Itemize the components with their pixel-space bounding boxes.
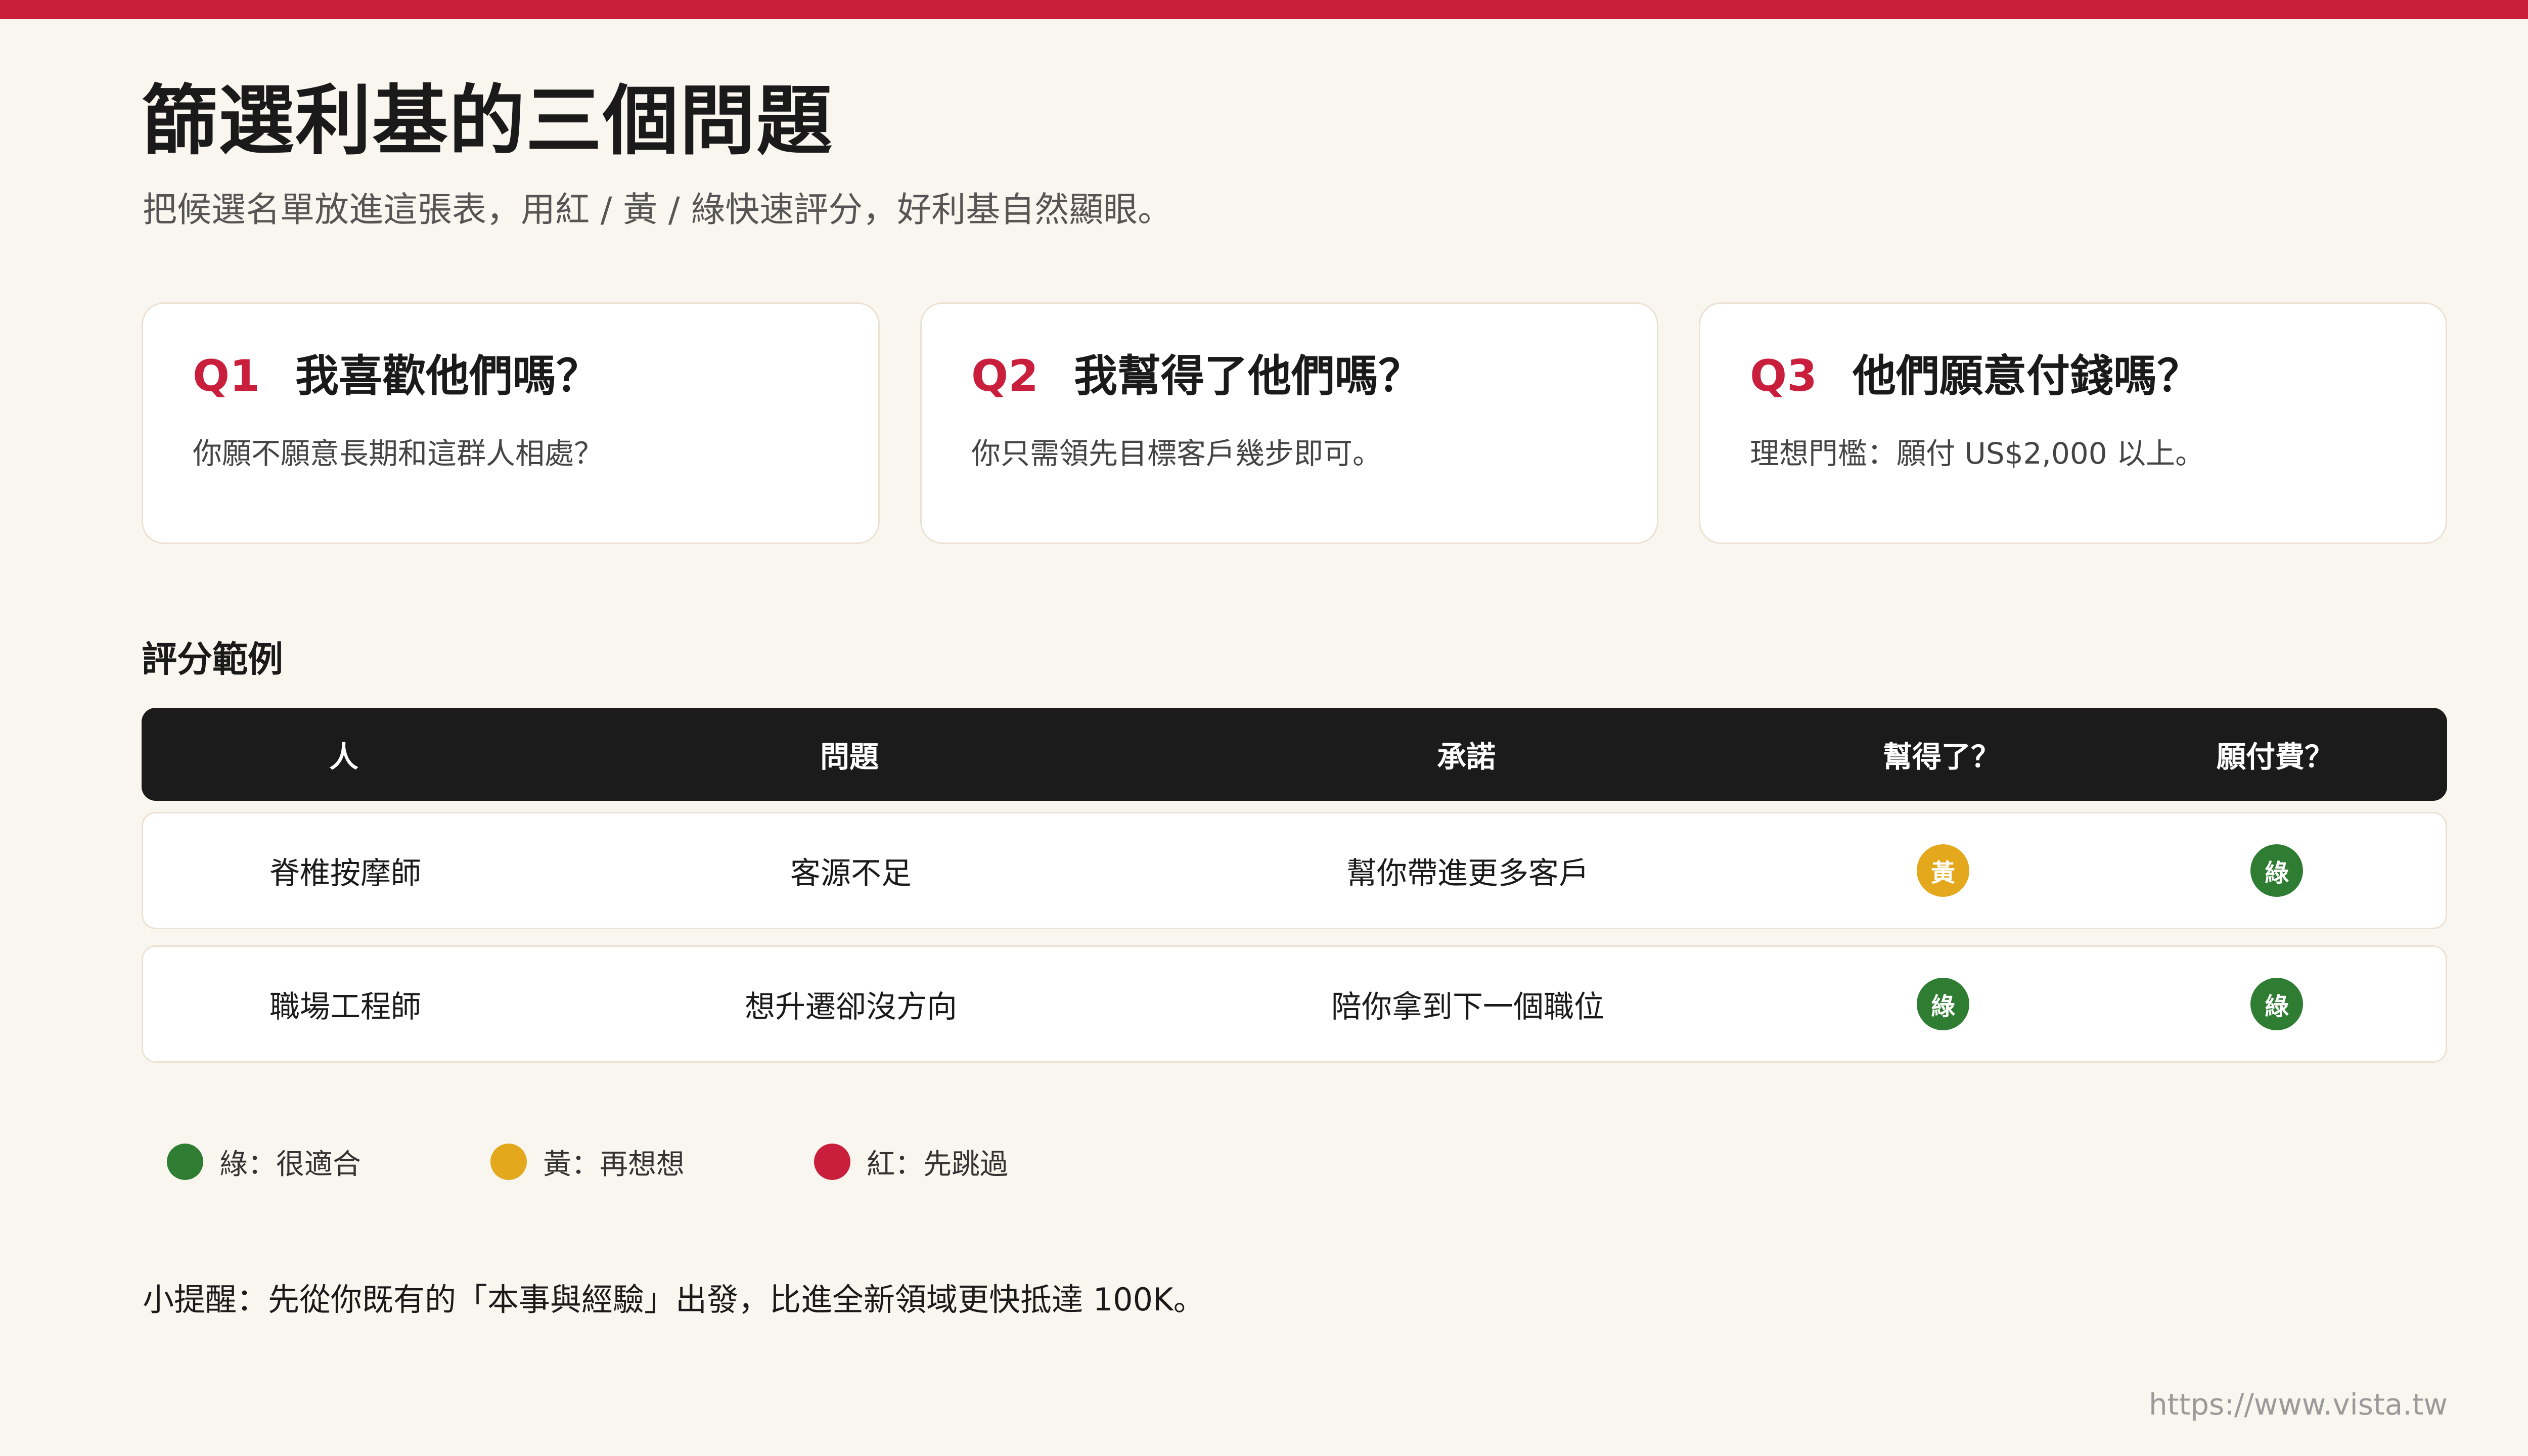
rating-badge: 綠 xyxy=(2250,978,2303,1030)
cell-person: 脊椎按摩師 xyxy=(269,855,421,891)
card-title: 我喜歡他們嗎？ xyxy=(295,351,600,401)
question-card-1: Q1 我喜歡他們嗎？ 你願不願意長期和這群人相處？ xyxy=(142,302,880,544)
card-heading: Q2 我幫得了他們嗎？ xyxy=(971,350,1422,402)
legend-item-red: 紅：先跳過 xyxy=(814,1142,1008,1182)
footer-url-link[interactable]: https://www.vista.tw xyxy=(2149,1387,2448,1423)
card-description: 你願不願意長期和這群人相處？ xyxy=(193,436,604,471)
card-title: 我幫得了他們嗎？ xyxy=(1073,351,1422,401)
top-accent-bar xyxy=(0,0,2528,19)
table-header-row: 人 問題 承諾 幫得了？ 願付費？ xyxy=(142,708,2447,801)
table-row: 脊椎按摩師 客源不足 幫你帶進更多客戶 黃 綠 xyxy=(142,812,2447,929)
legend-label: 紅：先跳過 xyxy=(867,1148,1008,1181)
rating-badge: 黃 xyxy=(1917,844,1969,897)
header-can-help: 幫得了？ xyxy=(1882,740,2000,774)
tip-note: 小提醒：先從你既有的「本事與經驗」出發，比進全新領域更快抵達 100K。 xyxy=(143,1281,1205,1318)
card-q-number: Q3 xyxy=(1750,351,1817,401)
card-title: 他們願意付錢嗎？ xyxy=(1852,351,2200,401)
cell-will-pay: 綠 xyxy=(2105,813,2449,928)
cell-promise: 幫你帶進更多客戶 xyxy=(1346,855,1589,891)
rating-badge: 綠 xyxy=(2250,844,2303,897)
legend-item-yellow: 黃：再想想 xyxy=(490,1142,685,1182)
card-heading: Q1 我喜歡他們嗎？ xyxy=(193,350,600,402)
header-promise: 承諾 xyxy=(1436,740,1496,774)
question-cards: Q1 我喜歡他們嗎？ 你願不願意長期和這群人相處？ Q2 我幫得了他們嗎？ 你只需領… xyxy=(142,302,2447,546)
header-will-pay: 願付費？ xyxy=(2216,740,2334,774)
cell-promise: 陪你拿到下一個職位 xyxy=(1331,989,1604,1025)
legend-label: 綠：很適合 xyxy=(219,1148,361,1181)
section-label-scoring-example: 評分範例 xyxy=(142,639,283,680)
header-person: 人 xyxy=(329,740,358,774)
cell-can-help: 綠 xyxy=(1781,947,2105,1061)
legend-dot xyxy=(167,1144,203,1180)
table-row: 職場工程師 想升遷卻沒方向 陪你拿到下一個職位 綠 綠 xyxy=(142,945,2447,1063)
cell-can-help: 黃 xyxy=(1781,813,2105,928)
question-card-3: Q3 他們願意付錢嗎？ 理想門檻：願付 US$2,000 以上。 xyxy=(1699,302,2447,544)
card-q-number: Q2 xyxy=(971,351,1039,401)
page-title: 篩選利基的三個問題 xyxy=(142,77,834,165)
card-description: 理想門檻：願付 US$2,000 以上。 xyxy=(1750,436,2205,471)
cell-problem: 想升遷卻沒方向 xyxy=(745,989,957,1025)
cell-problem: 客源不足 xyxy=(790,855,912,891)
cell-person: 職場工程師 xyxy=(269,989,421,1025)
header-problem: 問題 xyxy=(820,740,879,774)
rating-badge: 綠 xyxy=(1917,978,1969,1030)
legend-dot xyxy=(814,1144,850,1180)
card-q-number: Q1 xyxy=(193,351,260,401)
legend-dot xyxy=(490,1144,527,1180)
page-subtitle: 把候選名單放進這張表，用紅 / 黃 / 綠快速評分，好利基自然顯眼。 xyxy=(143,190,1172,230)
question-card-2: Q2 我幫得了他們嗎？ 你只需領先目標客戶幾步即可。 xyxy=(920,302,1658,544)
color-legend: 綠：很適合 黃：再想想 紅：先跳過 xyxy=(167,1142,1380,1182)
card-description: 你只需領先目標客戶幾步即可。 xyxy=(971,436,1382,471)
cell-will-pay: 綠 xyxy=(2105,947,2449,1061)
card-heading: Q3 他們願意付錢嗎？ xyxy=(1750,350,2200,402)
legend-item-green: 綠：很適合 xyxy=(167,1142,361,1182)
legend-label: 黃：再想想 xyxy=(543,1148,685,1181)
